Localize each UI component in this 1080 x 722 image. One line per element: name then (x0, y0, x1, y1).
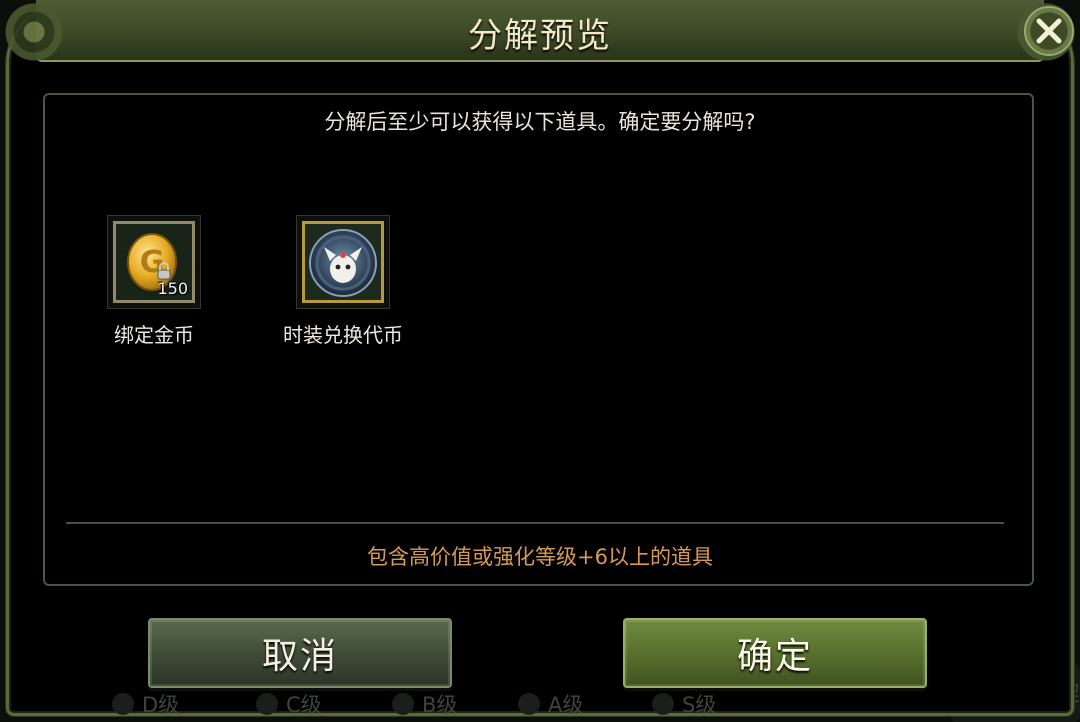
cancel-button-label: 取消 (261, 636, 338, 677)
bg-slot (496, 306, 566, 372)
bg-slot (118, 306, 188, 372)
bg-slot (898, 100, 982, 184)
bg-slot (118, 200, 188, 266)
cancel-button[interactable]: 取消 (148, 618, 452, 688)
bg-slot (118, 520, 188, 586)
bg-decompose-label: 分解 (1028, 682, 1080, 712)
bg-slot (118, 100, 188, 166)
background-ui: 分解 (0, 0, 1080, 722)
bg-slot (118, 418, 188, 484)
close-x-icon (1036, 18, 1062, 44)
confirm-button[interactable]: 确定 (623, 618, 927, 688)
confirm-button-label: 确定 (736, 636, 813, 677)
bg-decompose-button: 分解 (950, 664, 1080, 722)
bg-slot (496, 200, 566, 266)
close-button[interactable] (1024, 6, 1074, 56)
bg-slot (496, 418, 566, 484)
